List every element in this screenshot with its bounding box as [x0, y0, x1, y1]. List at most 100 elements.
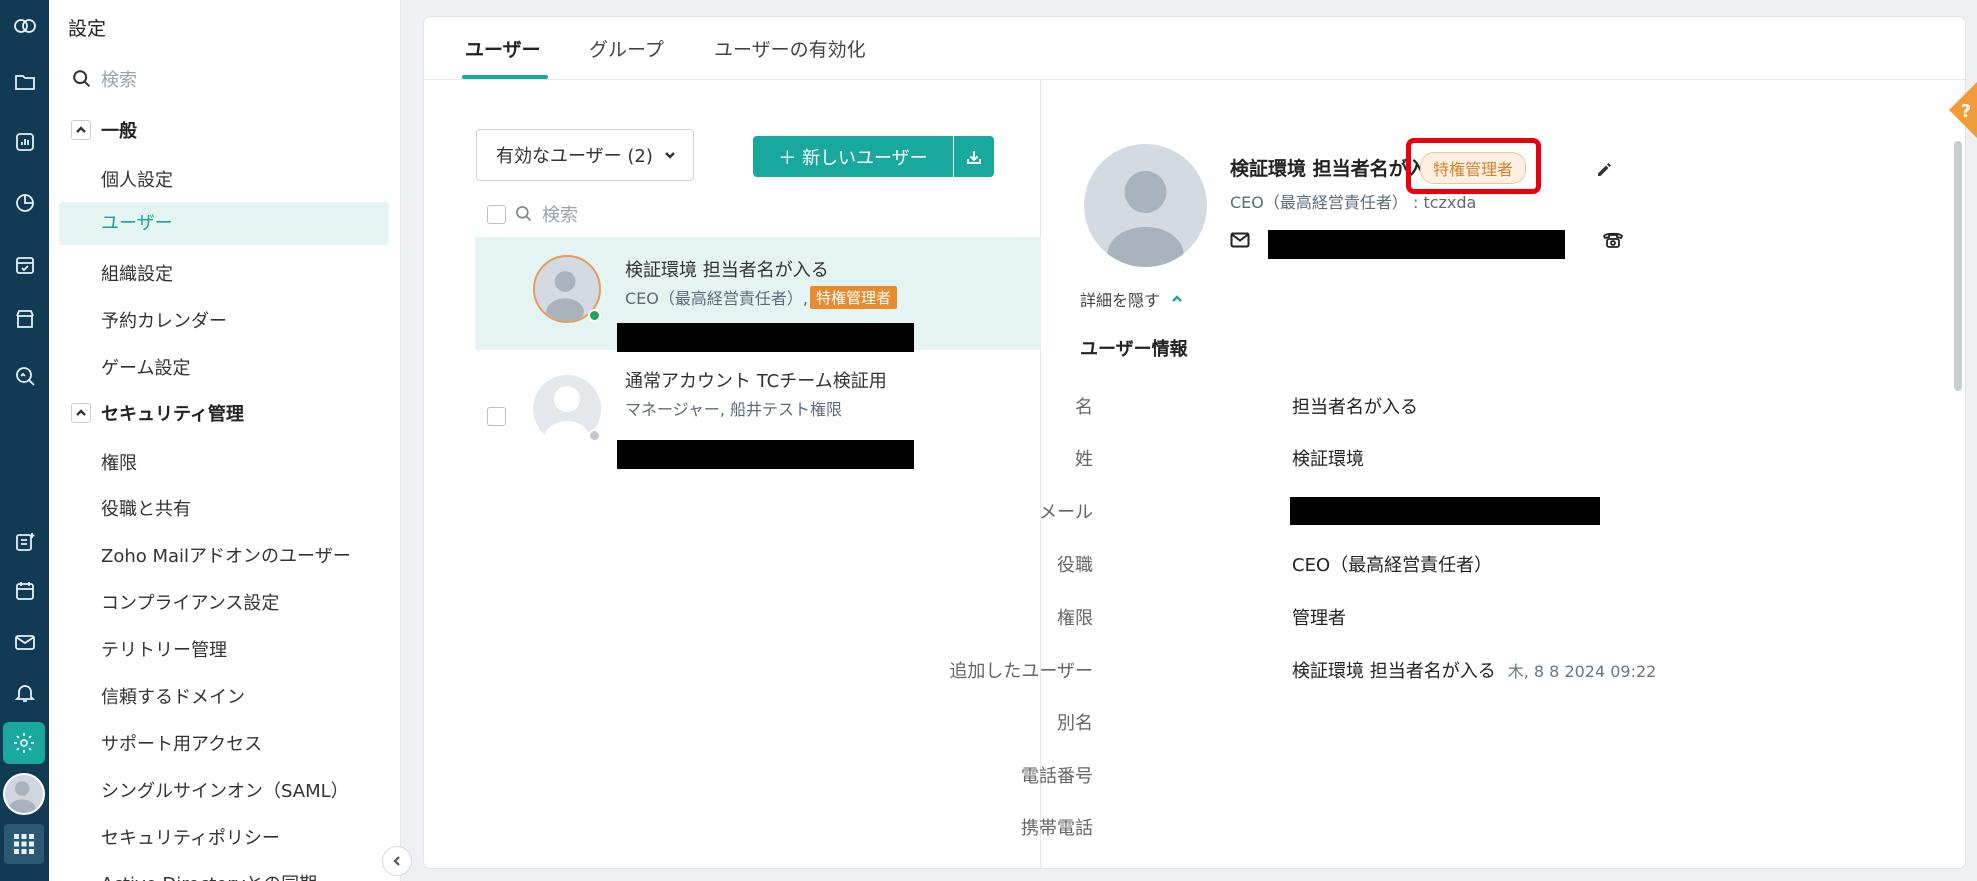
chevron-down-icon	[665, 152, 675, 159]
help-tab[interactable]: ?	[1933, 82, 1977, 138]
user-row[interactable]: 通常アカウント TCチーム検証用 マネージャー, 船井テスト権限	[475, 357, 1041, 470]
user-role-text: マネージャー, 船井テスト権限	[625, 400, 843, 419]
sidebar-item-zoho-mail-addon[interactable]: Zoho Mailアドオンのユーザー	[101, 542, 351, 568]
bell-icon[interactable]	[0, 673, 49, 713]
user-search-placeholder: 検索	[542, 205, 578, 226]
settings-sidebar: 設定 検索 一般 個人設定 ユーザー 組織設定 予約カレンダー ゲーム設定 セキ…	[49, 0, 401, 881]
app-rail	[0, 0, 49, 881]
analytics-icon[interactable]	[0, 183, 49, 223]
field-label-email: メール	[1039, 502, 1093, 523]
super-admin-badge: 特権管理者	[809, 285, 897, 309]
added-date: 木, 8 8 2024 09:22	[1507, 662, 1657, 681]
zoho-cloud-logo-icon[interactable]	[0, 6, 49, 46]
user-filter-dropdown[interactable]: 有効なユーザー (2)	[476, 129, 694, 181]
select-all-checkbox[interactable]	[487, 204, 506, 224]
sidebar-item-permissions[interactable]: 権限	[101, 449, 137, 475]
tab-groups[interactable]: グループ	[589, 35, 664, 62]
collapse-sidebar-button[interactable]	[382, 846, 412, 876]
help-icon: ?	[1961, 101, 1971, 122]
section-security-label: セキュリティ管理	[101, 404, 244, 425]
sidebar-item-game[interactable]: ゲーム設定	[101, 354, 190, 380]
settings-icon[interactable]	[3, 722, 45, 764]
sidebar-item-active-directory[interactable]: Active Directoryとの同期	[101, 870, 317, 881]
tab-users[interactable]: ユーザー	[465, 35, 541, 62]
field-label-phone: 電話番号	[1021, 766, 1093, 787]
add-note-icon[interactable]	[0, 522, 49, 562]
highlight-annotation	[1406, 138, 1541, 194]
offline-status-dot	[588, 429, 601, 442]
user-search[interactable]: 検索	[487, 201, 578, 227]
chevron-up-icon	[71, 403, 91, 423]
new-user-button[interactable]: ＋ 新しいユーザー	[753, 136, 953, 177]
download-icon	[967, 150, 981, 164]
field-label-role: 役職	[1057, 555, 1093, 576]
section-general-label: 一般	[101, 121, 137, 142]
mail-icon[interactable]	[0, 622, 49, 662]
field-label-added-by: 追加したユーザー	[949, 661, 1093, 682]
field-label-alias: 別名	[1057, 713, 1093, 734]
tab-user-activation[interactable]: ユーザーの有効化	[714, 35, 866, 62]
detail-role-line: CEO（最高経営責任者） : tczxda	[1230, 193, 1477, 212]
chevron-up-icon	[1172, 295, 1182, 302]
field-label-mobile: 携帯電話	[1021, 818, 1093, 839]
user-name: 通常アカウント TCチーム検証用	[625, 371, 887, 392]
mail-icon	[1230, 232, 1250, 253]
redacted-email	[617, 323, 914, 352]
sidebar-item-personal[interactable]: 個人設定	[101, 166, 173, 192]
sidebar-search-placeholder: 検索	[101, 70, 137, 91]
tab-bar: ユーザー グループ ユーザーの有効化	[424, 17, 1965, 80]
user-avatar[interactable]	[3, 773, 45, 815]
sidebar-item-compliance[interactable]: コンプライアンス設定	[101, 589, 279, 615]
folder-icon[interactable]	[0, 62, 49, 102]
search-data-icon[interactable]	[0, 356, 49, 396]
list-detail-divider	[1040, 80, 1041, 868]
field-label-permission: 権限	[1057, 608, 1093, 629]
field-value-first-name: 担当者名が入る	[1292, 397, 1418, 418]
field-label-last-name: 姓	[1075, 449, 1093, 470]
user-row[interactable]: 検証環境 担当者名が入る CEO（最高経営責任者）, 特権管理者	[475, 237, 1041, 352]
calendar-icon[interactable]	[0, 571, 49, 611]
hide-details-toggle[interactable]: 詳細を隠す	[1080, 287, 1184, 311]
chevron-left-icon	[393, 856, 400, 866]
store-icon[interactable]	[0, 299, 49, 339]
sidebar-item-users[interactable]: ユーザー	[59, 202, 389, 245]
sidebar-item-territory[interactable]: テリトリー管理	[101, 636, 227, 662]
apps-grid-icon[interactable]	[4, 824, 44, 864]
search-icon	[516, 206, 532, 222]
hide-details-label: 詳細を隠す	[1080, 291, 1161, 310]
sidebar-item-org[interactable]: 組織設定	[101, 260, 173, 286]
user-role: マネージャー, 船井テスト権限	[625, 396, 842, 420]
edit-icon[interactable]	[1596, 160, 1614, 183]
field-value-last-name: 検証環境	[1292, 449, 1364, 470]
field-label-first-name: 名	[1075, 397, 1093, 418]
user-role-text: CEO（最高経営責任者）,	[625, 289, 808, 308]
active-tab-indicator	[462, 75, 548, 79]
detail-avatar	[1084, 144, 1207, 267]
sidebar-search[interactable]: 検索	[71, 66, 137, 92]
sidebar-item-trusted-domains[interactable]: 信頼するドメイン	[101, 683, 245, 709]
redacted-email	[1268, 230, 1565, 259]
user-filter-label: 有効なユーザー (2)	[496, 146, 653, 167]
section-general[interactable]: 一般	[71, 117, 137, 143]
section-security[interactable]: セキュリティ管理	[71, 400, 244, 426]
detail-scrollbar[interactable]	[1954, 141, 1962, 391]
user-role: CEO（最高経営責任者）, 特権管理者	[625, 285, 897, 309]
sidebar-item-roles-sharing[interactable]: 役職と共有	[101, 495, 191, 521]
export-button[interactable]	[954, 136, 994, 177]
sidebar-item-support-access[interactable]: サポート用アクセス	[101, 730, 262, 756]
calendar-check-icon[interactable]	[0, 245, 49, 285]
phone-icon[interactable]	[1602, 229, 1624, 254]
field-value-permission: 管理者	[1292, 608, 1346, 629]
redacted-email	[617, 440, 914, 469]
new-user-label: ＋ 新しいユーザー	[778, 147, 928, 169]
chevron-up-icon	[71, 120, 91, 140]
sidebar-item-saml[interactable]: シングルサインオン（SAML）	[101, 777, 349, 803]
sidebar-item-booking-calendar[interactable]: 予約カレンダー	[101, 307, 227, 333]
sidebar-title: 設定	[68, 18, 107, 40]
report-icon[interactable]	[0, 122, 49, 162]
user-info-title: ユーザー情報	[1080, 339, 1188, 360]
row-checkbox[interactable]	[487, 407, 506, 426]
online-status-dot	[588, 309, 601, 322]
sidebar-item-security-policy[interactable]: セキュリティポリシー	[101, 824, 280, 850]
added-by-name: 検証環境 担当者名が入る	[1292, 661, 1496, 682]
